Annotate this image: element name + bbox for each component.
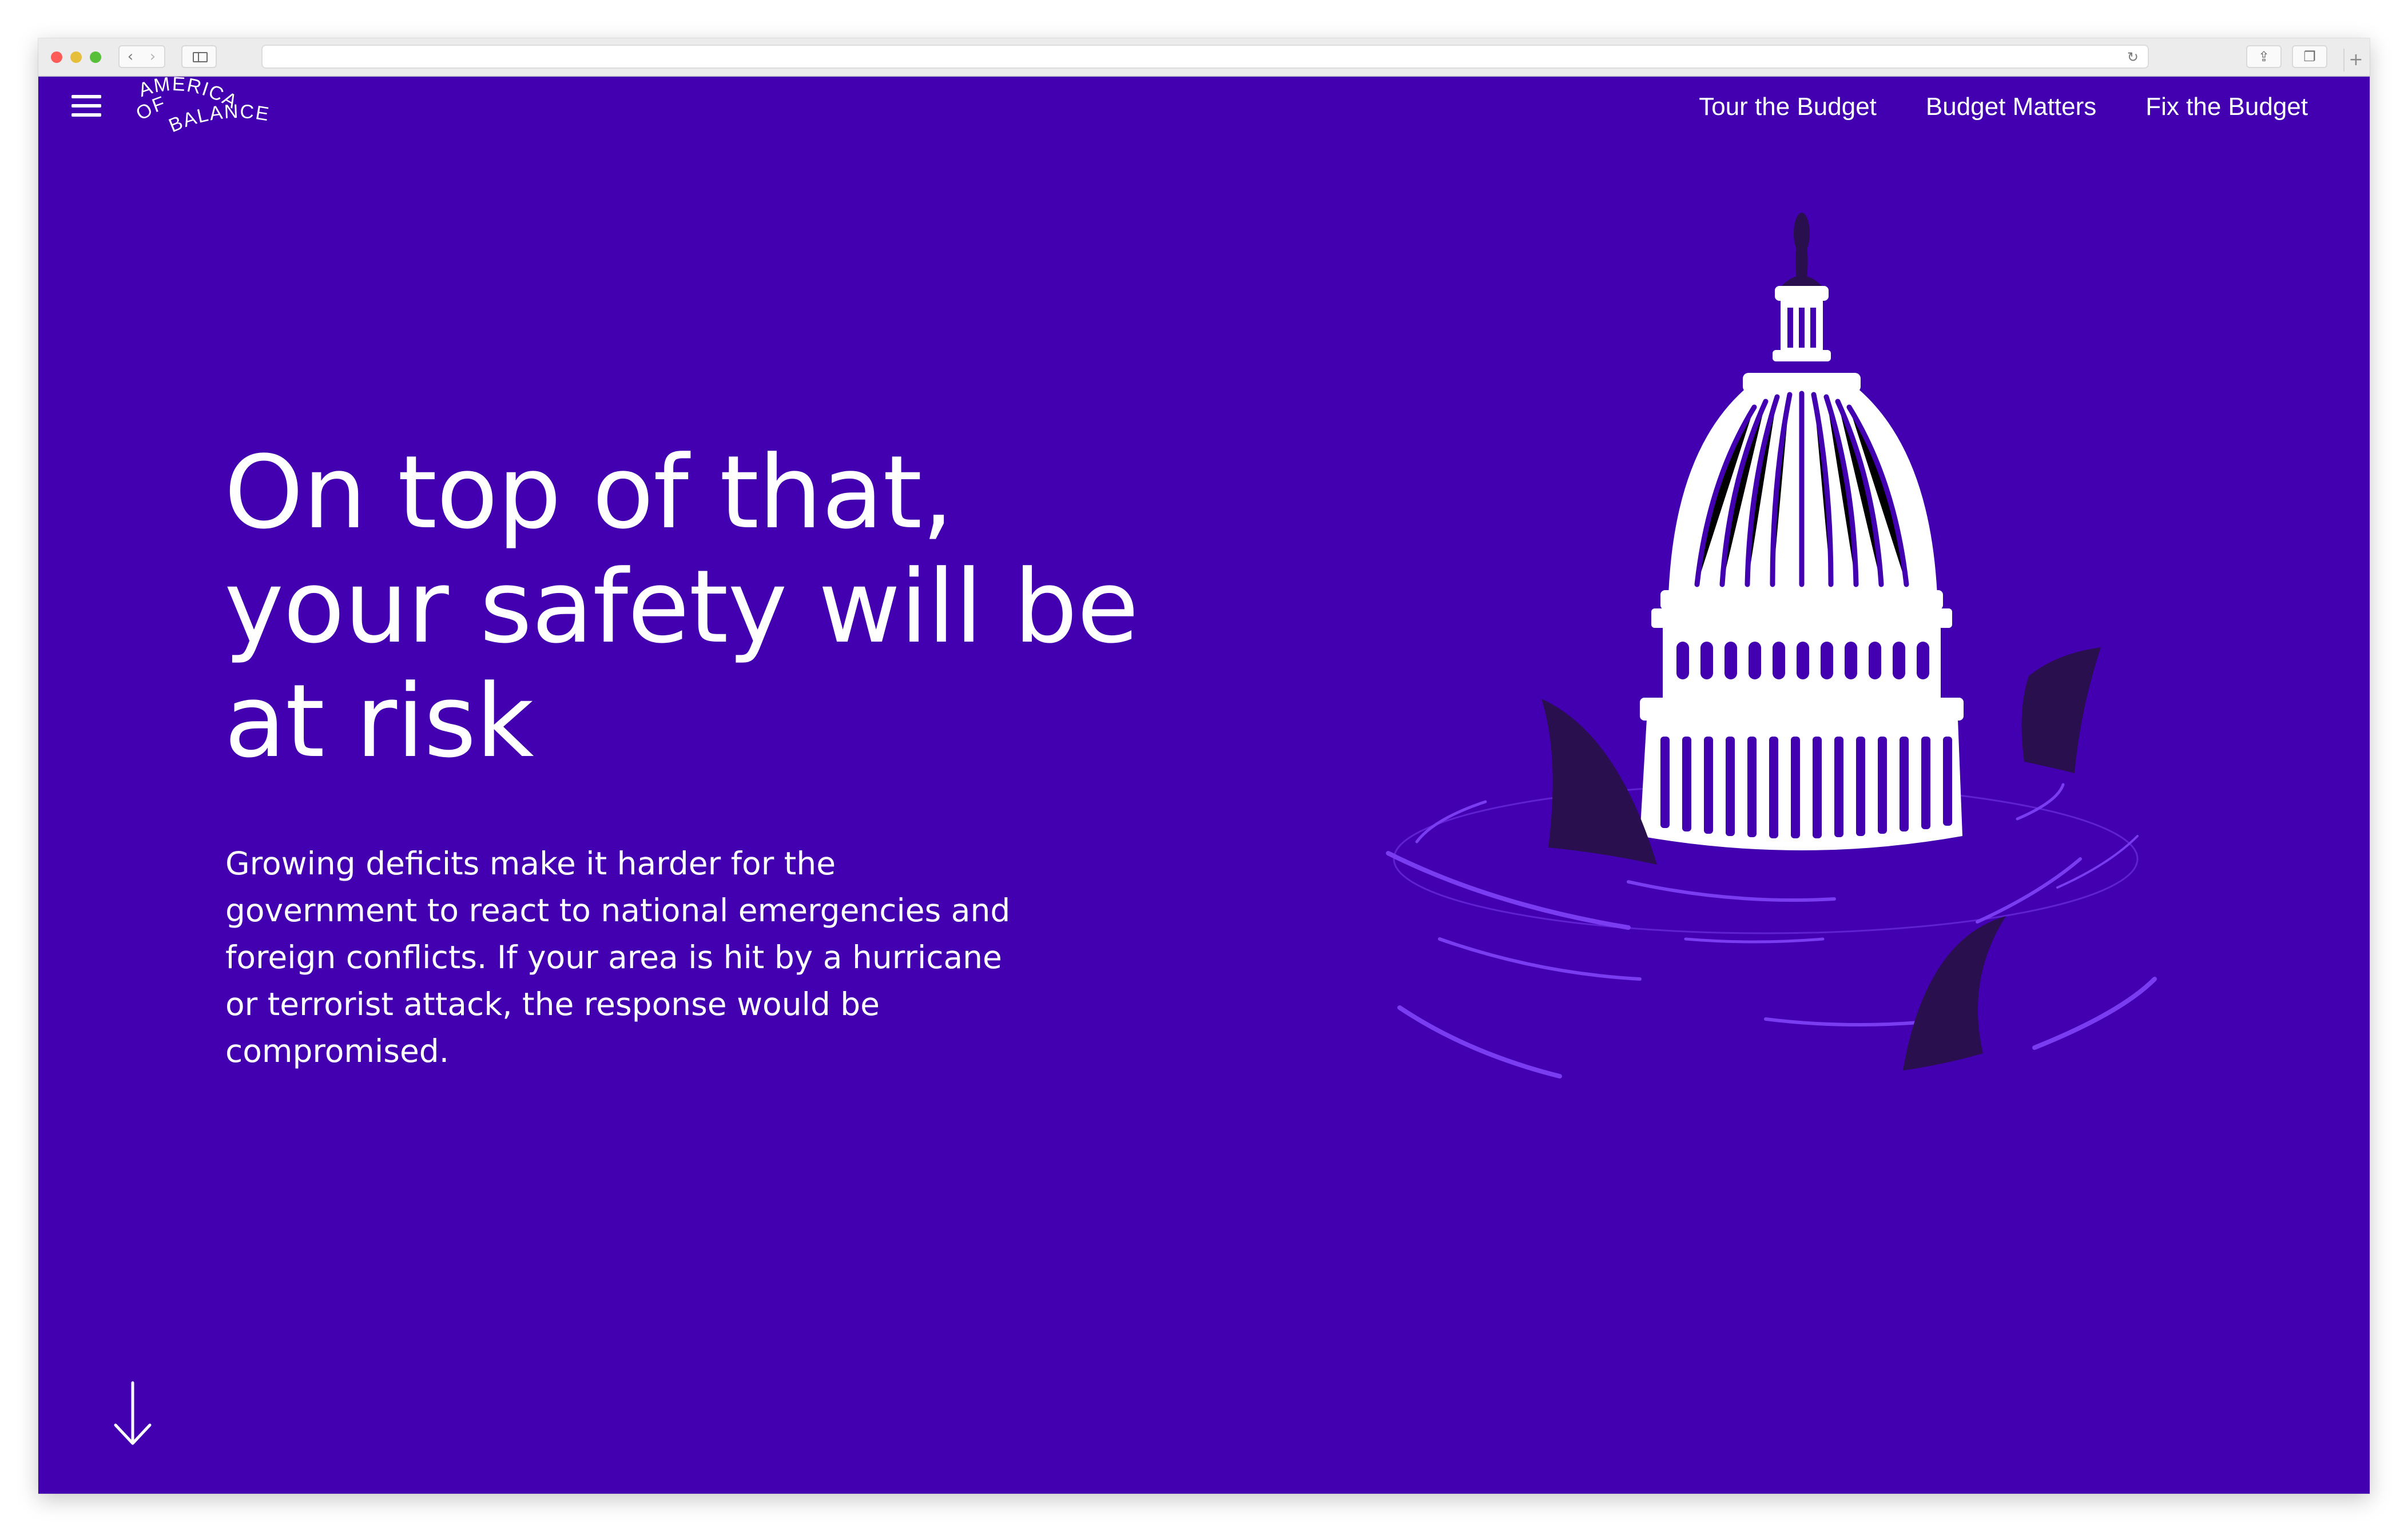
reload-icon[interactable]: ↻ (2127, 49, 2139, 65)
tabs-icon: ❐ (2303, 49, 2316, 65)
headline-line-2: your safety will be (224, 548, 1139, 666)
close-window-button[interactable] (51, 51, 62, 63)
browser-window: ‹ › ↻ ⇪ ❐ + AMERICA OFF (38, 38, 2370, 1494)
sidebar-icon (193, 52, 208, 62)
browser-toolbar: ‹ › ↻ ⇪ ❐ + (38, 38, 2370, 77)
logo-wordmark: AMERICA OFF BALANCE (130, 57, 272, 137)
show-tabs-button[interactable]: ❐ (2292, 45, 2327, 68)
capitol-sinking-illustration (1320, 184, 2212, 1145)
nav-budget-matters[interactable]: Budget Matters (1926, 91, 2096, 122)
capitol-dome (1640, 373, 1964, 850)
shark-fin-right-small (2021, 647, 2101, 773)
body-line-1: Growing deficits make it harder for the (225, 845, 836, 882)
share-button[interactable]: ⇪ (2246, 45, 2282, 68)
body-line-5: compromised. (225, 1033, 450, 1069)
new-tab-button[interactable]: + (2343, 49, 2367, 71)
nav-tour-the-budget[interactable]: Tour the Budget (1699, 91, 1877, 122)
maximize-window-button[interactable] (90, 51, 101, 63)
body-paragraph: Growing deficits make it harder for the g… (225, 840, 1049, 1075)
capitol-dome-illustration (1386, 213, 2157, 1079)
page-headline: On top of that, your safety will be at ris… (224, 436, 1368, 779)
top-navigation: Tour the Budget Budget Matters Fix the B… (1699, 91, 2308, 122)
back-button[interactable]: ‹ (118, 45, 142, 68)
headline-line-3: at risk (224, 663, 534, 780)
address-bar[interactable]: ↻ (261, 45, 2149, 69)
body-line-3: foreign conflicts. If your area is hit b… (225, 939, 1002, 976)
sidebar-toggle-button[interactable] (181, 45, 217, 68)
body-line-2: government to react to national emergenc… (225, 892, 1011, 929)
minimize-window-button[interactable] (70, 51, 82, 63)
logo-line-2b: BALANCE (166, 101, 271, 137)
shark-fin-front (1903, 916, 2006, 1071)
dome-lantern (1773, 213, 1831, 361)
svg-text:BALANCE: BALANCE (166, 101, 272, 137)
hamburger-icon[interactable] (71, 93, 102, 119)
body-line-4: or terrorist attack, the response would … (225, 986, 880, 1022)
nav-fix-the-budget[interactable]: Fix the Budget (2145, 91, 2308, 122)
forward-button[interactable]: › (141, 45, 165, 68)
headline-line-1: On top of that, (224, 434, 953, 551)
arrow-down-icon (114, 1381, 152, 1445)
site-logo[interactable]: AMERICA OFF BALANCE (130, 57, 285, 137)
page-content: AMERICA OFF BALANCE Tour the Budget Budg… (38, 57, 2370, 1494)
shark-fin-left (1541, 699, 1657, 865)
share-icon: ⇪ (2258, 49, 2270, 65)
scroll-down-arrow[interactable] (110, 1379, 156, 1448)
